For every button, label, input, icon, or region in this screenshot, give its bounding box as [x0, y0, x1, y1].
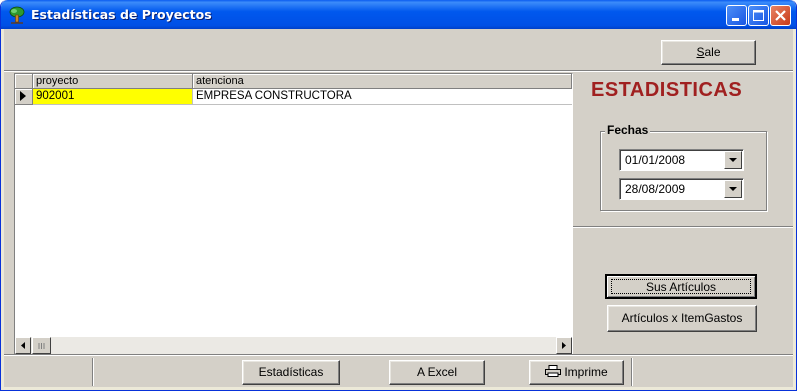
- fecha-desde-value: 01/01/2008: [625, 153, 686, 167]
- sus-articulos-button[interactable]: Sus Artículos: [605, 274, 757, 299]
- arrow-left-icon: [21, 342, 25, 349]
- imprime-label: Imprime: [564, 365, 608, 379]
- scroll-left-button[interactable]: [15, 337, 31, 354]
- grip-icon: [38, 343, 45, 349]
- scroll-thumb[interactable]: [32, 337, 51, 354]
- sale-button[interactable]: Sale: [661, 40, 756, 65]
- fecha-hasta-dropdown[interactable]: 28/08/2009: [619, 178, 744, 200]
- arrow-right-icon: [562, 342, 566, 349]
- chevron-down-icon: [729, 158, 737, 162]
- sus-articulos-label: Sus Artículos: [645, 280, 717, 294]
- fecha-hasta-value: 28/08/2009: [625, 182, 686, 196]
- main-window: Estadísticas de Proyectos Sale proyecto …: [0, 0, 797, 391]
- close-icon: [775, 10, 786, 21]
- fecha-hasta-dropdown-button[interactable]: [724, 180, 742, 198]
- maximize-button[interactable]: [748, 5, 769, 26]
- sale-label: ale: [704, 45, 721, 59]
- horizontal-scrollbar[interactable]: [15, 337, 572, 354]
- current-row-arrow-icon: [20, 91, 26, 101]
- panel-heading: ESTADISTICAS: [591, 79, 743, 101]
- column-header-proyecto[interactable]: proyecto: [33, 74, 193, 89]
- articulos-itemgastos-button[interactable]: Artículos x ItemGastos: [607, 305, 757, 332]
- panel-divider: [573, 226, 793, 227]
- excel-button[interactable]: A Excel: [389, 360, 485, 385]
- scroll-right-button[interactable]: [556, 337, 572, 354]
- bottom-divider: [92, 358, 94, 386]
- window-title: Estadísticas de Proyectos: [31, 7, 212, 22]
- column-header-atenciona[interactable]: atenciona: [193, 74, 572, 89]
- bottom-divider: [631, 358, 633, 386]
- grid-corner-header: [15, 74, 33, 89]
- maximize-icon: [753, 10, 764, 21]
- estadisticas-button[interactable]: Estadísticas: [242, 360, 340, 385]
- fechas-label: Fechas: [605, 123, 651, 137]
- client-area: Sale proyecto atenciona 902001 EMPRESA C…: [4, 29, 793, 387]
- minimize-button[interactable]: [726, 5, 747, 26]
- minimize-icon: [732, 18, 739, 21]
- title-bar[interactable]: Estadísticas de Proyectos: [1, 0, 796, 29]
- imprime-button[interactable]: Imprime: [529, 360, 624, 385]
- projects-grid[interactable]: proyecto atenciona 902001 EMPRESA CONSTR…: [14, 73, 573, 355]
- tree-app-icon: [9, 6, 25, 24]
- chevron-down-icon: [729, 187, 737, 191]
- printer-icon: [545, 365, 562, 377]
- table-cell-atenciona[interactable]: EMPRESA CONSTRUCTORA: [193, 89, 572, 105]
- fecha-desde-dropdown-button[interactable]: [724, 151, 742, 169]
- fecha-desde-dropdown[interactable]: 01/01/2008: [619, 149, 744, 171]
- table-cell-proyecto[interactable]: 902001: [33, 89, 193, 105]
- sale-accelerator: S: [696, 45, 705, 59]
- close-button[interactable]: [770, 5, 791, 26]
- row-indicator[interactable]: [15, 89, 33, 105]
